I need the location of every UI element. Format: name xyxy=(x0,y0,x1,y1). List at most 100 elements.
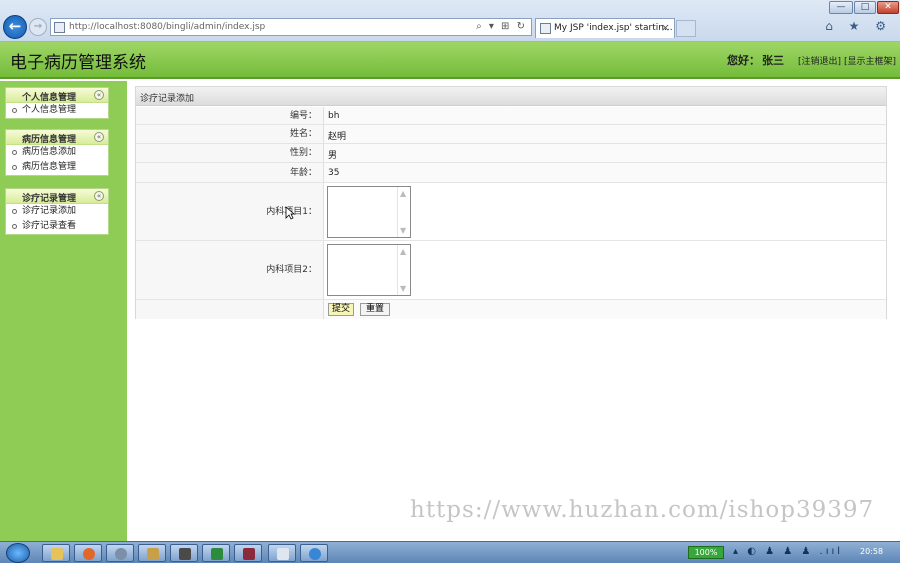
taskbar-firefox-button[interactable] xyxy=(74,544,102,562)
submit-button[interactable]: 提交 xyxy=(328,303,354,316)
actions-label-cell xyxy=(136,300,324,319)
menu-group-diagnosis: 诊疗记录管理 « 诊疗记录添加 诊疗记录查看 xyxy=(5,188,109,235)
taskbar-app-button[interactable] xyxy=(170,544,198,562)
sidebar-item-add-record[interactable]: 病历信息添加 xyxy=(6,145,108,160)
form-row-actions: 提交 重置 xyxy=(136,300,886,319)
start-button[interactable] xyxy=(6,543,30,563)
menu-group-title: 诊疗记录管理 xyxy=(21,194,76,204)
mouse-cursor-icon xyxy=(285,206,295,220)
app-header: 电子病历管理系统 您好： 张三 [注销退出] [显示主框架] xyxy=(0,42,900,79)
folder-icon xyxy=(51,548,63,560)
sidebar-item-personal-info[interactable]: 个人信息管理 xyxy=(6,103,108,118)
close-window-button[interactable]: ✕ xyxy=(877,1,899,14)
user-name: 张三 xyxy=(762,54,784,67)
forward-button[interactable]: → xyxy=(29,18,47,36)
app-icon xyxy=(147,548,159,560)
battery-indicator[interactable]: 100% xyxy=(688,546,724,559)
field-label: 性别： xyxy=(136,144,324,162)
form-row-internal-item-2: 内科项目2： ▲ ▼ xyxy=(136,241,886,300)
winrar-icon xyxy=(243,548,255,560)
diagnosis-form-panel: 诊疗记录添加 编号： bh 姓名： 赵明 性别： 男 年龄： 35 内科项目1：… xyxy=(135,86,887,319)
internal-item-1-textarea[interactable]: ▲ ▼ xyxy=(327,186,411,238)
tab-close-icon[interactable]: × xyxy=(661,21,670,34)
sidebar-item-manage-records[interactable]: 病历信息管理 xyxy=(6,160,108,175)
panel-header: 诊疗记录添加 xyxy=(136,87,886,106)
textarea-scrollbar[interactable]: ▲ ▼ xyxy=(397,245,410,295)
sidebar-item-label: 诊疗记录添加 xyxy=(22,206,77,216)
firefox-icon xyxy=(83,548,95,560)
system-title: 电子病历管理系统 xyxy=(10,53,146,73)
address-bar[interactable]: http://localhost:8080/bingli/admin/index… xyxy=(50,18,532,36)
excel-icon xyxy=(211,548,223,560)
tab-page-icon xyxy=(540,23,551,34)
sidebar-item-label: 个人信息管理 xyxy=(22,105,77,115)
page-icon xyxy=(54,22,65,33)
panel-title: 诊疗记录添加 xyxy=(140,94,195,104)
collapse-icon[interactable]: « xyxy=(94,90,104,100)
logout-link[interactable]: [注销退出] xyxy=(798,54,841,67)
sidebar-item-label: 诊疗记录查看 xyxy=(22,221,77,231)
url-text: http://localhost:8080/bingli/admin/index… xyxy=(69,22,266,32)
menu-group-title: 病历信息管理 xyxy=(21,135,76,145)
maximize-button[interactable]: □ xyxy=(854,1,876,14)
sidebar-item-view-diagnosis[interactable]: 诊疗记录查看 xyxy=(6,219,108,234)
taskbar-ie-button[interactable] xyxy=(300,544,328,562)
bullet-icon xyxy=(12,165,17,170)
sidebar-item-add-diagnosis[interactable]: 诊疗记录添加 xyxy=(6,204,108,219)
sidebar-item-label: 病历信息添加 xyxy=(22,147,77,157)
app-icon xyxy=(115,548,127,560)
scroll-up-icon[interactable]: ▲ xyxy=(400,247,406,256)
name-value: 赵明 xyxy=(328,132,347,142)
ie-icon xyxy=(309,548,321,560)
field-label: 编号： xyxy=(136,107,324,124)
bullet-icon xyxy=(12,150,17,155)
show-main-frame-link[interactable]: [显示主框架] xyxy=(844,54,896,67)
field-label: 姓名： xyxy=(136,125,324,143)
number-value: bh xyxy=(328,111,340,121)
form-row-internal-item-1: 内科项目1： ▲ ▼ xyxy=(136,183,886,241)
watermark-text: https://www.huzhan.com/ishop39397 xyxy=(410,497,875,523)
internal-item-2-textarea[interactable]: ▲ ▼ xyxy=(327,244,411,296)
taskbar-winrar-button[interactable] xyxy=(234,544,262,562)
clock[interactable]: 20:58 xyxy=(860,547,883,556)
new-tab-button[interactable] xyxy=(676,20,696,37)
form-row-age: 年龄： 35 xyxy=(136,163,886,183)
menu-group-title: 个人信息管理 xyxy=(21,93,76,103)
age-value: 35 xyxy=(328,168,340,178)
field-label: 年龄： xyxy=(136,163,324,182)
collapse-icon[interactable]: « xyxy=(94,132,104,142)
greeting-label: 您好： xyxy=(727,54,760,67)
system-tray-icons[interactable]: ▴ ◐ ♟ ♟ ♟ .ııl xyxy=(733,546,843,557)
back-button[interactable]: ← xyxy=(3,15,27,39)
scroll-down-icon[interactable]: ▼ xyxy=(400,226,406,235)
taskbar-explorer-button[interactable] xyxy=(42,544,70,562)
menu-group-header[interactable]: 诊疗记录管理 « xyxy=(6,189,108,204)
scroll-down-icon[interactable]: ▼ xyxy=(400,284,406,293)
bullet-icon xyxy=(12,209,17,214)
taskbar-app-button[interactable] xyxy=(268,544,296,562)
gender-value: 男 xyxy=(328,151,338,161)
textarea-scrollbar[interactable]: ▲ ▼ xyxy=(397,187,410,237)
browser-chrome: — □ ✕ ← → http://localhost:8080/bingli/a… xyxy=(0,0,900,42)
form-row-name: 姓名： 赵明 xyxy=(136,125,886,144)
tab-title: My JSP 'index.jsp' startin... xyxy=(554,23,673,33)
taskbar-excel-button[interactable] xyxy=(202,544,230,562)
taskbar: 100% ▴ ◐ ♟ ♟ ♟ .ııl 20:58 xyxy=(0,541,900,563)
form-row-gender: 性别： 男 xyxy=(136,144,886,163)
bullet-icon xyxy=(12,108,17,113)
sidebar: 个人信息管理 « 个人信息管理 病历信息管理 « 病历信息添加 病历信息管理 诊… xyxy=(0,81,127,541)
minimize-button[interactable]: — xyxy=(829,1,853,14)
menu-group-medical-records: 病历信息管理 « 病历信息添加 病历信息管理 xyxy=(5,129,109,176)
address-tools-icons[interactable]: ⌕ ▾ ⊞ ↻ xyxy=(476,21,527,32)
home-favorites-settings-icons[interactable]: ⌂ ★ ⚙ xyxy=(825,19,892,33)
taskbar-app-button[interactable] xyxy=(138,544,166,562)
app-icon xyxy=(277,548,289,560)
scroll-up-icon[interactable]: ▲ xyxy=(400,189,406,198)
form-row-number: 编号： bh xyxy=(136,107,886,125)
taskbar-app-button[interactable] xyxy=(106,544,134,562)
menu-group-header[interactable]: 病历信息管理 « xyxy=(6,130,108,145)
menu-group-header[interactable]: 个人信息管理 « xyxy=(6,88,108,103)
browser-tab[interactable]: My JSP 'index.jsp' startin... × xyxy=(535,18,675,38)
reset-button[interactable]: 重置 xyxy=(360,303,390,316)
collapse-icon[interactable]: « xyxy=(94,191,104,201)
